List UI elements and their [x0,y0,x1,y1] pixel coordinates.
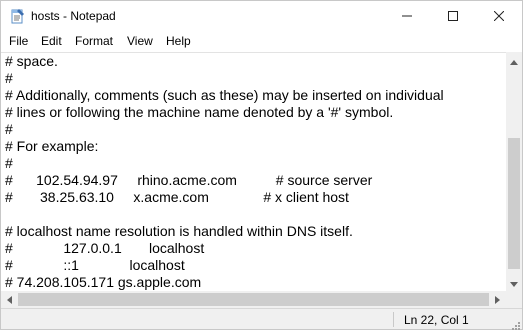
status-bar: Ln 22, Col 1 [1,308,522,330]
title-bar[interactable]: hosts - Notepad [1,1,522,32]
window-title: hosts - Notepad [31,9,116,23]
cursor-position: Ln 22, Col 1 [404,313,469,327]
editor-line: # 102.54.94.97 rhino.acme.com # source s… [5,172,373,188]
vertical-scroll-thumb[interactable] [508,138,520,269]
menu-file[interactable]: File [9,34,28,48]
editor-line: # Additionally, comments (such as these)… [5,87,444,103]
scroll-right-button[interactable] [489,291,506,308]
editor-line: # 38.25.63.10 x.acme.com # x client host [5,189,349,205]
editor-line: # ::1 localhost [5,257,185,273]
editor-line: # For example: [5,138,99,154]
editor-line: # [5,155,13,171]
menu-help[interactable]: Help [166,34,191,48]
menu-view[interactable]: View [127,34,153,48]
notepad-window: hosts - Notepad File Edit Format View He… [0,0,523,330]
chevron-down-icon [510,274,518,292]
scroll-up-button[interactable] [506,52,522,69]
menu-bar: File Edit Format View Help [1,32,522,52]
chevron-right-icon [495,291,500,309]
text-editor[interactable]: # space. # # Additionally, comments (suc… [1,52,506,291]
chevron-up-icon [510,52,518,70]
editor-line: # space. [5,53,58,69]
editor-line: # [5,70,13,86]
resize-grip-icon[interactable] [510,317,520,330]
editor-line: # 127.0.0.1 localhost [5,240,205,256]
minimize-button[interactable] [384,1,430,32]
scrollbar-corner [506,291,522,308]
editor-line: # lines or following the machine name de… [5,104,394,120]
editor-line: # 74.208.105.171 gs.apple.com [5,274,202,290]
horizontal-scroll-thumb[interactable] [18,293,489,306]
close-button[interactable] [476,1,522,32]
maximize-button[interactable] [430,1,476,32]
vertical-scrollbar[interactable] [506,52,522,291]
horizontal-scrollbar[interactable] [1,291,506,308]
notepad-icon [9,8,25,24]
editor-line: # [5,121,13,137]
chevron-left-icon [7,291,12,309]
maximize-icon [448,8,458,26]
scroll-left-button[interactable] [1,291,18,308]
editor-line: # localhost name resolution is handled w… [5,223,353,239]
menu-format[interactable]: Format [75,34,113,48]
close-icon [493,8,505,26]
scroll-down-button[interactable] [506,274,522,291]
status-separator [393,312,394,327]
minimize-icon [402,8,412,26]
menu-edit[interactable]: Edit [41,34,62,48]
